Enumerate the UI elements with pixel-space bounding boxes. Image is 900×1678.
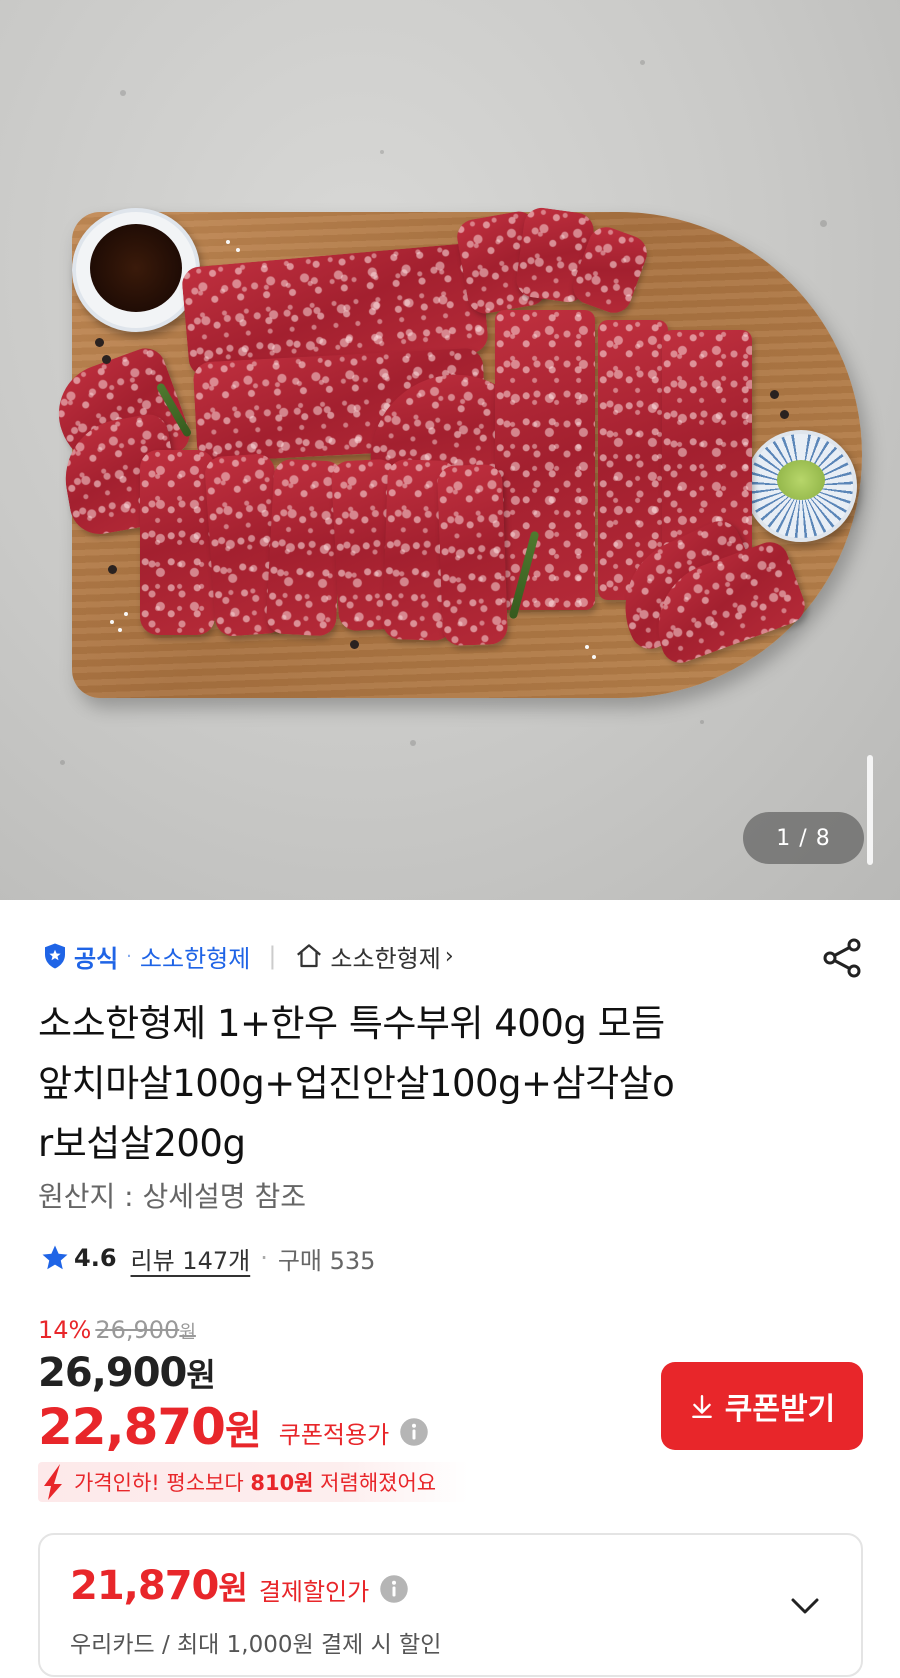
title-line: 소소한형제 1+한우 특수부위 400g 모듬 (38, 1002, 665, 1045)
review-link[interactable]: 리뷰 147개 (131, 1241, 251, 1276)
price-drop-banner: 가격인하! 평소보다 810원 저렴해졌어요 (38, 1462, 468, 1502)
official-badge-icon (45, 943, 65, 969)
download-icon (691, 1395, 712, 1419)
payment-price: 21,870원 (70, 1563, 248, 1609)
price-drop-text: 가격인하! 평소보다 810원 저렴해졌어요 (74, 1471, 437, 1495)
purchase-count: 구매 535 (277, 1246, 376, 1275)
store-name-link[interactable]: 소소한형제 (140, 939, 250, 974)
coupon-price-row: 22,870원 쿠폰적용가 (38, 1398, 429, 1456)
chevron-right-icon: › (444, 943, 454, 969)
discount-row: 14% 26,900원 (38, 1316, 196, 1344)
gallery-scroll-indicator (867, 755, 873, 865)
get-coupon-label: 쿠폰받기 (724, 1392, 836, 1427)
payment-discount-card[interactable]: 21,870원 결제할인가 우리카드 / 최대 1,000원 결제 시 할인 (38, 1533, 863, 1677)
payment-price-row: 21,870원 결제할인가 (70, 1563, 409, 1609)
origin-info: 원산지 : 상세설명 참조 (38, 1180, 306, 1213)
title-line: 앞치마살100g+업진안살100g+삼각살o (38, 1062, 675, 1105)
product-title: 소소한형제 1+한우 특수부위 400g 모듬 앞치마살100g+업진안살100… (38, 994, 838, 1174)
home-icon[interactable] (294, 941, 324, 971)
star-icon (42, 1245, 68, 1270)
store-home-link[interactable]: 소소한형제 (330, 939, 440, 974)
wasabi-bowl (745, 430, 857, 542)
title-line: r보섭살200g (38, 1122, 246, 1165)
dot-separator: · (260, 1244, 268, 1272)
original-price: 26,900원 (95, 1316, 196, 1344)
share-icon[interactable] (820, 936, 864, 980)
get-coupon-button[interactable]: 쿠폰받기 (661, 1362, 863, 1450)
official-label: 공식 (74, 944, 119, 973)
coupon-price: 22,870원 (38, 1398, 262, 1456)
info-icon[interactable] (379, 1574, 409, 1604)
sale-price: 26,900원 (38, 1350, 216, 1396)
divider: | (268, 942, 277, 970)
dot-separator: · (126, 945, 132, 967)
price-drop-arrow-icon (44, 1464, 62, 1500)
payment-description: 우리카드 / 최대 1,000원 결제 시 할인 (70, 1632, 442, 1658)
payment-price-label: 결제할인가 (258, 1577, 370, 1606)
sauce-bowl (72, 208, 200, 332)
store-row: 공식 · 소소한형제 | 소소한형제 › (40, 936, 454, 976)
product-image[interactable]: 1 / 8 (0, 0, 900, 900)
chevron-down-icon[interactable] (785, 1585, 825, 1625)
image-counter: 1 / 8 (743, 812, 864, 864)
discount-percent: 14% (38, 1316, 92, 1344)
rating-row: 4.6 리뷰 147개 · 구매 535 (40, 1238, 375, 1278)
rating-value: 4.6 (74, 1244, 117, 1272)
info-icon[interactable] (399, 1417, 429, 1447)
coupon-price-label: 쿠폰적용가 (278, 1420, 390, 1449)
